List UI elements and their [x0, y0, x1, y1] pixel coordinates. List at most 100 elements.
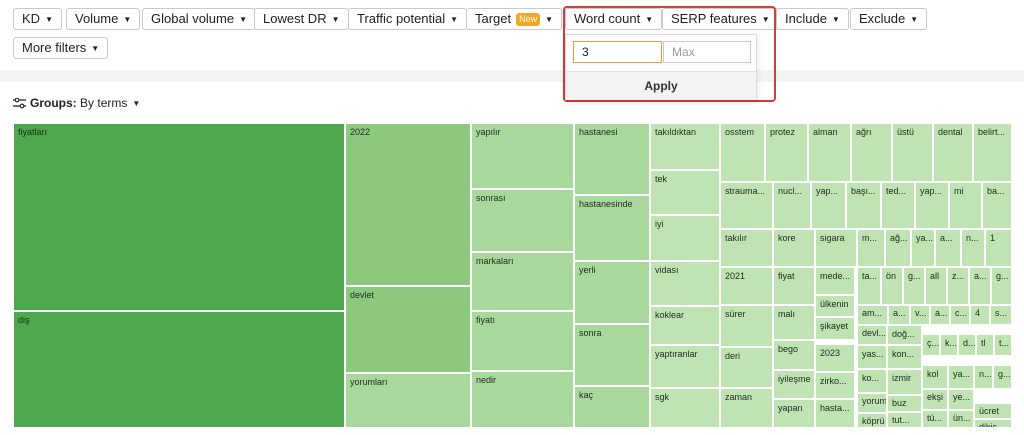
treemap-cell[interactable]: 4	[970, 305, 990, 325]
treemap-cell[interactable]: ted...	[881, 182, 915, 229]
treemap-cell[interactable]: 1	[985, 229, 1012, 267]
treemap-cell[interactable]: ülkenin	[815, 295, 855, 317]
treemap-cell[interactable]: iyi	[650, 215, 720, 261]
treemap-cell[interactable]: izmir	[887, 369, 922, 395]
treemap-cell[interactable]: c...	[950, 305, 970, 325]
treemap-cell[interactable]: yorum	[857, 393, 887, 413]
treemap-cell[interactable]: sonra	[574, 324, 650, 386]
treemap-cell[interactable]: nedir	[471, 371, 574, 428]
treemap-cell[interactable]: a...	[969, 267, 991, 305]
treemap-cell[interactable]: koklear	[650, 306, 720, 345]
treemap-cell[interactable]: deri	[720, 347, 773, 388]
treemap-cell[interactable]: kon...	[887, 345, 922, 369]
treemap-cell[interactable]: protez	[765, 123, 808, 182]
treemap-cell[interactable]: am...	[857, 305, 888, 325]
treemap-cell[interactable]: ücret	[974, 403, 1012, 419]
treemap-cell[interactable]: yapılır	[471, 123, 574, 189]
treemap-cell[interactable]: ün...	[948, 410, 974, 428]
treemap-cell[interactable]: g...	[991, 267, 1012, 305]
treemap-cell[interactable]: z...	[947, 267, 969, 305]
treemap-cell[interactable]: bego	[773, 340, 815, 370]
treemap-cell[interactable]: dental	[933, 123, 973, 182]
treemap-cell[interactable]: ye...	[948, 389, 974, 410]
treemap-cell[interactable]: hastanesi	[574, 123, 650, 195]
treemap-cell[interactable]: takılır	[720, 229, 773, 267]
apply-button[interactable]: Apply	[566, 71, 756, 100]
treemap-cell[interactable]: doğ...	[887, 325, 922, 345]
treemap-cell[interactable]: belirt...	[973, 123, 1012, 182]
treemap-cell[interactable]: yap...	[811, 182, 846, 229]
treemap-cell[interactable]: kore	[773, 229, 815, 267]
word-count-max-input[interactable]	[663, 41, 751, 63]
treemap-cell[interactable]: mi	[949, 182, 982, 229]
treemap-cell[interactable]: ba...	[982, 182, 1012, 229]
treemap-cell[interactable]: yap...	[915, 182, 949, 229]
treemap-cell[interactable]: osstem	[720, 123, 765, 182]
treemap-cell[interactable]: kaç	[574, 386, 650, 428]
treemap-cell[interactable]: hastanesinde	[574, 195, 650, 261]
treemap-cell[interactable]: d...	[958, 334, 976, 356]
treemap-cell[interactable]: sigara	[815, 229, 857, 267]
treemap-cell[interactable]: şikayet	[815, 317, 855, 340]
treemap-cell[interactable]: alman	[808, 123, 851, 182]
treemap-cell[interactable]: a...	[888, 305, 910, 325]
treemap-cell[interactable]: zirko...	[815, 372, 855, 399]
treemap-cell[interactable]: üstü	[892, 123, 933, 182]
treemap-cell[interactable]: s...	[990, 305, 1012, 325]
treemap-cell[interactable]: tl	[976, 334, 994, 356]
treemap-cell[interactable]: malı	[773, 305, 815, 340]
treemap-cell[interactable]: zaman	[720, 388, 773, 428]
treemap-cell[interactable]: nucl...	[773, 182, 811, 229]
treemap-cell[interactable]: köprü	[857, 413, 887, 428]
treemap-cell[interactable]: ta...	[857, 267, 881, 305]
treemap-cell[interactable]: fiyatları	[13, 123, 345, 311]
treemap-cell[interactable]: sonrası	[471, 189, 574, 252]
treemap-cell[interactable]: yorumları	[345, 373, 471, 428]
treemap-cell[interactable]: ya...	[948, 365, 974, 389]
treemap-cell[interactable]: ya...	[911, 229, 935, 267]
treemap-cell[interactable]: g...	[993, 365, 1012, 389]
treemap-cell[interactable]: t...	[994, 334, 1012, 356]
treemap-cell[interactable]: a...	[935, 229, 961, 267]
treemap-cell[interactable]: all	[925, 267, 947, 305]
treemap-cell[interactable]: ko...	[857, 369, 887, 393]
treemap-cell[interactable]: mede...	[815, 267, 855, 295]
treemap-cell[interactable]: ç...	[922, 334, 940, 356]
treemap-cell[interactable]: ağ...	[885, 229, 911, 267]
treemap-cell[interactable]: iyileşme	[773, 370, 815, 399]
treemap-cell[interactable]: g...	[903, 267, 925, 305]
treemap-cell[interactable]: vidası	[650, 261, 720, 306]
treemap-cell[interactable]: başı...	[846, 182, 881, 229]
treemap-cell[interactable]: hasta...	[815, 399, 855, 428]
treemap-cell[interactable]: kol	[922, 365, 948, 389]
treemap-cell[interactable]: strauma...	[720, 182, 773, 229]
treemap-cell[interactable]: fiyat	[773, 267, 815, 305]
treemap-cell[interactable]: n...	[961, 229, 985, 267]
treemap-cell[interactable]: ekşi	[922, 389, 948, 410]
treemap-cell[interactable]: diş	[13, 311, 345, 428]
treemap-cell[interactable]: m...	[857, 229, 885, 267]
treemap-cell[interactable]: yas...	[857, 345, 887, 369]
treemap-cell[interactable]: tü...	[922, 410, 948, 428]
treemap-cell[interactable]: sürer	[720, 305, 773, 347]
word-count-min-input[interactable]	[573, 41, 662, 63]
treemap-cell[interactable]: tut...	[887, 412, 922, 428]
treemap-cell[interactable]: fiyatı	[471, 311, 574, 371]
treemap-cell[interactable]: dikiş...	[974, 419, 1012, 428]
treemap-cell[interactable]: a...	[930, 305, 950, 325]
treemap-cell[interactable]: 2023	[815, 344, 855, 372]
treemap-cell[interactable]: devl...	[857, 325, 887, 345]
treemap-cell[interactable]: yaptıranlar	[650, 345, 720, 388]
treemap-cell[interactable]: ağrı	[851, 123, 892, 182]
treemap-cell[interactable]: tek	[650, 170, 720, 215]
treemap-cell[interactable]: buz	[887, 395, 922, 412]
treemap-cell[interactable]: takıldıktan	[650, 123, 720, 170]
treemap-cell[interactable]: k...	[940, 334, 958, 356]
treemap-cell[interactable]: v...	[910, 305, 930, 325]
treemap-cell[interactable]: markaları	[471, 252, 574, 311]
treemap-cell[interactable]: 2022	[345, 123, 471, 286]
treemap-cell[interactable]: yerli	[574, 261, 650, 324]
treemap-cell[interactable]: devlet	[345, 286, 471, 373]
treemap-cell[interactable]: sgk	[650, 388, 720, 428]
treemap-cell[interactable]: yapan	[773, 399, 815, 428]
